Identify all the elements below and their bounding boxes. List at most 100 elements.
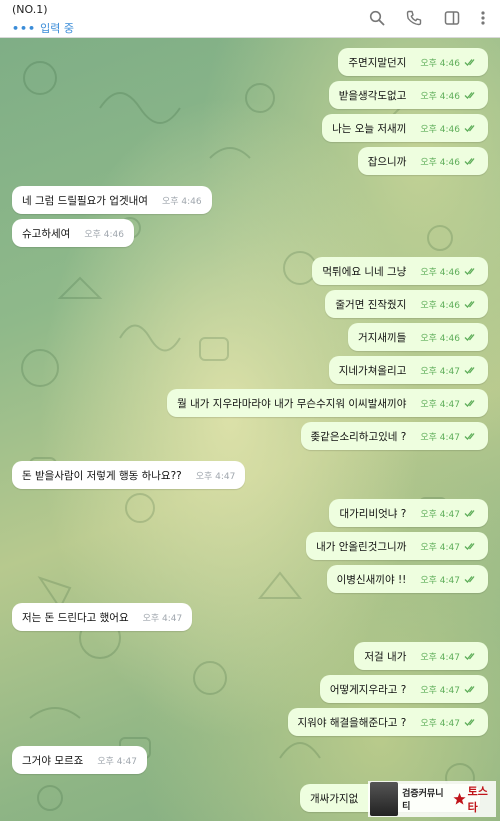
double-check-icon — [464, 58, 478, 67]
message-text: 저는 돈 드린다고 했어요 — [22, 611, 129, 624]
double-check-icon — [464, 366, 478, 375]
message-bubble-incoming[interactable]: 그거야 모르죠 오후 4:47 — [12, 746, 147, 774]
message-text: 뭘 내가 지우라마라야 내가 무슨수지워 이씨발새끼야 — [177, 397, 407, 410]
message-text: 먹튀에요 니네 그냥 — [322, 265, 407, 278]
message-time: 오후 4:47 — [420, 718, 460, 729]
message-text: 지워야 해결을해준다고 ? — [297, 716, 407, 729]
message-bubble-outgoing[interactable]: 좆같은소리하고있네 ? 오후 4:47 — [300, 422, 488, 450]
message-meta: 오후 4:46 — [420, 298, 478, 311]
message-text: 이병신새끼야 !! — [336, 573, 407, 586]
message-bubble-incoming[interactable]: 저는 돈 드린다고 했어요 오후 4:47 — [12, 603, 193, 631]
message-text: 나는 오늘 저새끼 — [332, 122, 407, 135]
message-meta: 오후 4:47 — [420, 540, 478, 553]
message-meta: 오후 4:46 — [84, 227, 124, 240]
double-check-icon — [464, 718, 478, 727]
message-meta: 오후 4:47 — [420, 650, 478, 663]
message-text: 그거야 모르죠 — [22, 754, 84, 767]
more-vertical-icon[interactable] — [474, 9, 492, 27]
double-check-icon — [464, 157, 478, 166]
message-meta: 오후 4:47 — [143, 611, 183, 624]
message-text: 주면지말던지 — [348, 56, 407, 69]
message-time: 오후 4:46 — [420, 267, 460, 278]
watermark-avatar — [370, 782, 399, 816]
message-bubble-outgoing[interactable]: 저걸 내가 오후 4:47 — [354, 642, 488, 670]
double-check-icon — [464, 399, 478, 408]
message-text: 거지새끼들 — [358, 331, 407, 344]
message-time: 오후 4:46 — [420, 124, 460, 135]
watermark-label: 검증커뮤니티 — [402, 789, 444, 812]
message-bubble-outgoing[interactable]: 줄거면 진작줬지 오후 4:46 — [325, 290, 488, 318]
message-text: 네 그럼 드릴필요가 업겟내여 — [22, 194, 148, 207]
message-text: 저걸 내가 — [364, 650, 407, 663]
star-icon — [453, 792, 466, 805]
message-meta: 오후 4:47 — [420, 397, 478, 410]
double-check-icon — [464, 432, 478, 441]
message-text: 좆같은소리하고있네 ? — [310, 430, 407, 443]
message-meta: 오후 4:46 — [420, 56, 478, 69]
message-bubble-outgoing[interactable]: 뭘 내가 지우라마라야 내가 무슨수지워 이씨발새끼야 오후 4:47 — [167, 389, 488, 417]
message-text: 슈고하세여 — [22, 227, 71, 240]
message-time: 오후 4:46 — [420, 157, 460, 168]
message-text: 내가 안올린것그니까 — [316, 540, 407, 553]
message-time: 오후 4:47 — [97, 756, 137, 767]
message-text: 어떻게지우라고 ? — [329, 683, 407, 696]
message-meta: 오후 4:46 — [420, 89, 478, 102]
message-meta: 오후 4:47 — [420, 683, 478, 696]
message-time: 오후 4:47 — [420, 575, 460, 586]
typing-status: ••• 입력 중 — [12, 20, 74, 36]
message-text: 지네가쳐올리고 — [338, 364, 407, 377]
message-time: 오후 4:47 — [420, 685, 460, 696]
message-bubble-incoming[interactable]: 돈 받을사람이 저렇게 행동 하나요?? 오후 4:47 — [12, 461, 246, 489]
message-time: 오후 4:47 — [142, 613, 183, 624]
message-bubble-outgoing[interactable]: 주면지말던지 오후 4:46 — [338, 48, 488, 76]
message-bubble-outgoing[interactable]: 거지새끼들 오후 4:46 — [348, 323, 488, 351]
double-check-icon — [464, 333, 478, 342]
message-bubble-outgoing[interactable]: 어떻게지우라고 ? 오후 4:47 — [319, 675, 488, 703]
message-bubble-outgoing[interactable]: 받을생각도없고 오후 4:46 — [328, 81, 488, 109]
message-meta: 오후 4:46 — [420, 265, 478, 278]
message-meta: 오후 4:47 — [420, 430, 478, 443]
message-bubble-outgoing[interactable]: 먹튀에요 니네 그냥 오후 4:46 — [312, 257, 488, 285]
message-bubble-outgoing[interactable]: 잡으니까 오후 4:46 — [357, 147, 488, 175]
message-bubble-incoming[interactable]: 네 그럼 드릴필요가 업겟내여 오후 4:46 — [12, 186, 212, 214]
message-time: 오후 4:47 — [420, 542, 460, 553]
message-meta: 오후 4:47 — [196, 469, 236, 482]
watermark-brand: 토스타 — [453, 783, 496, 815]
message-text: 잡으니까 — [367, 155, 407, 168]
double-check-icon — [464, 124, 478, 133]
message-bubble-outgoing[interactable]: 내가 안올린것그니까 오후 4:47 — [306, 532, 488, 560]
message-meta: 오후 4:47 — [420, 364, 478, 377]
double-check-icon — [464, 575, 478, 584]
chat-header: (NO.1) ••• 입력 중 — [0, 0, 500, 38]
message-meta: 오후 4:46 — [420, 331, 478, 344]
message-time: 오후 4:47 — [420, 399, 460, 410]
message-bubble-outgoing[interactable]: 대가리비엇냐 ? 오후 4:47 — [329, 499, 488, 527]
message-time: 오후 4:47 — [420, 432, 460, 443]
message-text: 줄거면 진작줬지 — [335, 298, 407, 311]
search-icon[interactable] — [368, 9, 386, 27]
message-time: 오후 4:46 — [420, 300, 460, 311]
message-meta: 오후 4:46 — [420, 122, 478, 135]
message-time: 오후 4:47 — [420, 366, 460, 377]
chat-title[interactable]: (NO.1) — [12, 3, 48, 16]
message-meta: 오후 4:47 — [420, 573, 478, 586]
watermark-brand-text: 토스타 — [467, 785, 488, 814]
message-meta: 오후 4:46 — [420, 155, 478, 168]
message-bubble-outgoing[interactable]: 이병신새끼야 !! 오후 4:47 — [326, 565, 488, 593]
double-check-icon — [464, 542, 478, 551]
message-bubble-outgoing[interactable]: 나는 오늘 저새끼 오후 4:46 — [322, 114, 488, 142]
message-meta: 오후 4:47 — [420, 716, 478, 729]
typing-dots: ••• — [12, 21, 37, 35]
phone-icon[interactable] — [405, 9, 423, 27]
side-panel-icon[interactable] — [443, 9, 461, 27]
message-time: 오후 4:47 — [420, 509, 460, 520]
message-bubble-outgoing[interactable]: 지네가쳐올리고 오후 4:47 — [328, 356, 488, 384]
message-meta: 오후 4:47 — [420, 507, 478, 520]
message-text: 개싸가지없 — [310, 792, 359, 805]
message-time: 오후 4:46 — [161, 196, 202, 207]
watermark-logo: 검증커뮤니티 토스타 — [368, 781, 496, 817]
message-meta: 오후 4:47 — [97, 754, 137, 767]
message-bubble-incoming[interactable]: 슈고하세여 오후 4:46 — [12, 219, 134, 247]
message-bubble-outgoing[interactable]: 지워야 해결을해준다고 ? 오후 4:47 — [287, 708, 488, 736]
double-check-icon — [464, 652, 478, 661]
